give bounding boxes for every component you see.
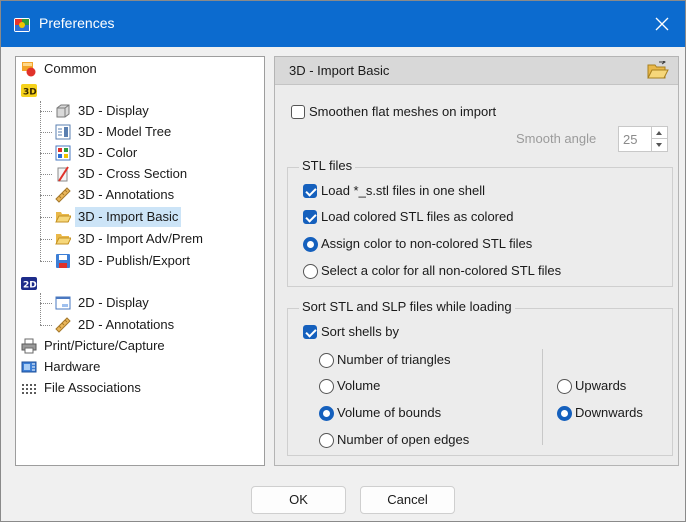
spin-buttons	[651, 127, 667, 151]
printer-icon	[21, 338, 37, 354]
tree-connector	[40, 261, 52, 262]
tree-connector	[40, 303, 52, 304]
tree-connector	[40, 174, 52, 175]
cancel-button[interactable]: Cancel	[360, 486, 455, 514]
tree-connector	[40, 325, 52, 326]
radio-label: Volume of bounds	[337, 405, 442, 420]
smooth-angle-spinbox[interactable]	[618, 126, 668, 152]
radio-label: Number of open edges	[337, 432, 470, 447]
folder-open-icon	[55, 231, 72, 247]
radio-circle	[557, 406, 572, 421]
radio-label: Assign color to non-colored STL files	[321, 236, 533, 251]
radio-circle	[319, 353, 334, 368]
tree-connector	[40, 239, 52, 240]
smooth-angle-input[interactable]	[620, 128, 650, 150]
tree-item-label: 3D - Annotations	[78, 187, 175, 202]
tree-connector	[40, 195, 52, 196]
color-palette-icon	[55, 145, 71, 161]
radio-label: Select a color for all non-colored STL f…	[321, 263, 562, 278]
tree-item-label: 2D - Display	[78, 295, 149, 310]
tree-item-label: 3D - Color	[78, 145, 138, 160]
radio-circle	[303, 264, 318, 279]
tree-connector	[40, 153, 52, 154]
close-icon	[655, 17, 669, 31]
tree-item-label: Print/Picture/Capture	[44, 338, 165, 353]
radio-circle	[303, 237, 318, 252]
folder-open-icon	[55, 209, 72, 225]
checkbox-label: Load colored STL files as colored	[321, 209, 514, 224]
tree-item-label: 3D - Import Basic	[75, 207, 182, 227]
ok-button[interactable]: OK	[251, 486, 346, 514]
folder-open-icon	[647, 59, 669, 79]
settings-panel: 3D - Import Basic Smoothen flat meshes o…	[274, 56, 679, 466]
tree-item-label: 3D - Cross Section	[78, 166, 188, 181]
tree-item-label: Common	[44, 61, 97, 76]
window-icon	[55, 295, 71, 311]
smooth-angle-label: Smooth angle	[516, 131, 597, 146]
tree-item-label: 3D - Display	[78, 103, 149, 118]
panel-header: 3D - Import Basic	[275, 57, 678, 85]
tree-connector	[40, 132, 52, 133]
checkbox-label: Smoothen flat meshes on import	[309, 104, 497, 119]
ruler-icon	[55, 187, 71, 203]
window-title: Preferences	[39, 15, 115, 31]
sort-files-legend: Sort STL and SLP files while loading	[299, 299, 515, 315]
hardware-icon	[21, 359, 37, 375]
tree-connector	[40, 293, 41, 325]
common-settings-icon	[21, 61, 37, 77]
checkbox-box	[291, 105, 305, 119]
title-bar: Preferences	[1, 1, 685, 47]
decrement-button[interactable]	[652, 139, 667, 151]
file-associations-icon	[21, 380, 37, 396]
increment-button[interactable]	[652, 127, 667, 139]
tree-item-label: File Associations	[44, 380, 141, 395]
stl-files-legend: STL files	[299, 158, 356, 174]
tree-item-label: 3D - Model Tree	[78, 124, 172, 139]
tree-connector	[40, 217, 52, 218]
radio-circle	[319, 433, 334, 448]
preferences-dialog: Preferences Common 3D 3D - Display 3D - …	[0, 0, 686, 522]
sort-divider	[542, 349, 543, 445]
model-tree-icon	[55, 124, 71, 140]
open-folder-button[interactable]	[647, 59, 669, 81]
close-button[interactable]	[639, 1, 685, 47]
checkbox-label: Sort shells by	[321, 324, 400, 339]
radio-label: Volume	[337, 378, 381, 393]
checkbox-box	[303, 210, 317, 224]
cross-section-icon	[55, 166, 71, 182]
tree-connector	[40, 111, 52, 112]
2d-badge-icon: 2D	[21, 275, 37, 291]
tree-item-label: 2D - Annotations	[78, 317, 175, 332]
ruler-icon	[55, 317, 71, 333]
tree-item-label: 3D - Import Adv/Prem	[78, 231, 203, 246]
radio-circle	[319, 379, 334, 394]
svg-text:2D: 2D	[23, 281, 37, 291]
svg-text:3D: 3D	[23, 88, 37, 98]
category-tree: Common 3D 3D - Display 3D - Model Tree 3…	[15, 56, 265, 466]
3d-badge-icon: 3D	[21, 82, 37, 98]
radio-circle	[557, 379, 572, 394]
checkbox-box	[303, 184, 317, 198]
panel-title: 3D - Import Basic	[289, 63, 390, 78]
tree-connector	[40, 101, 41, 261]
tree-item-label: 3D - Publish/Export	[78, 253, 190, 268]
radio-label: Downwards	[575, 405, 643, 420]
radio-label: Number of triangles	[337, 352, 451, 367]
radio-circle	[319, 406, 334, 421]
checkbox-box	[303, 325, 317, 339]
cube-icon	[55, 103, 71, 119]
app-icon	[14, 16, 30, 32]
save-icon	[55, 253, 71, 269]
radio-label: Upwards	[575, 378, 627, 393]
tree-item-label: Hardware	[44, 359, 101, 374]
checkbox-label: Load *_s.stl files in one shell	[321, 183, 486, 198]
